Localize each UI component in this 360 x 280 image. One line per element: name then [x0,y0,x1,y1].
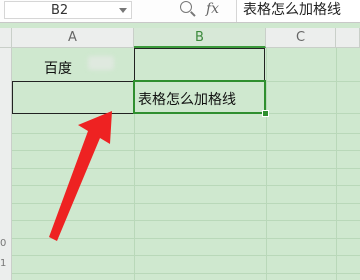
annotation-arrow-shape [49,111,112,241]
annotation-arrow-icon [49,111,112,241]
